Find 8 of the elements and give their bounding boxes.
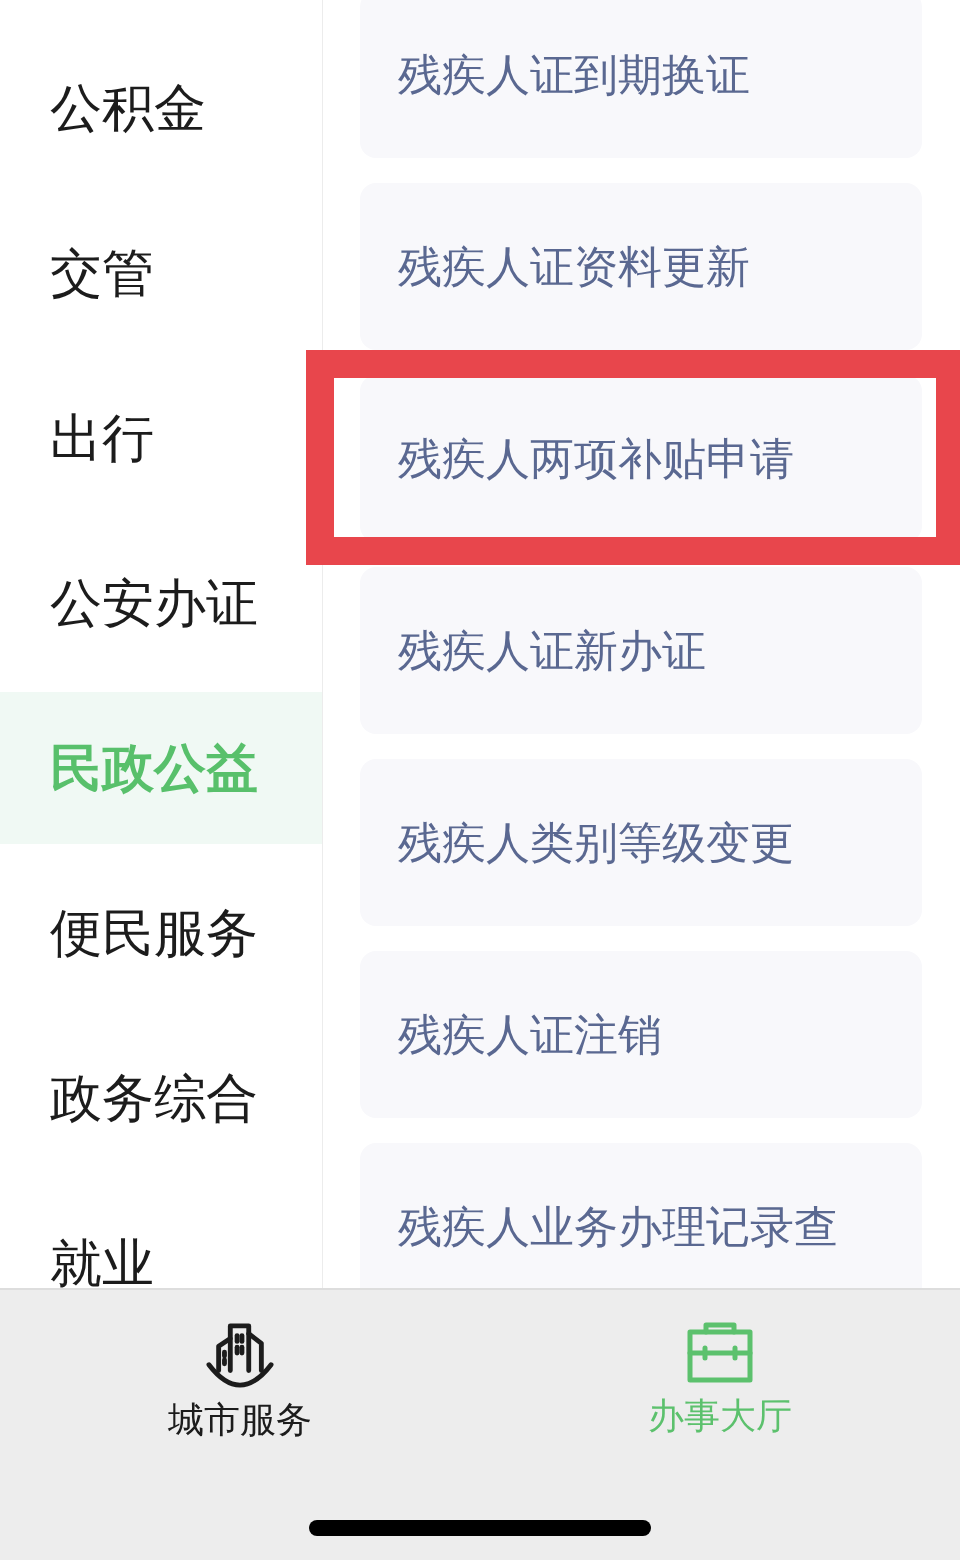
service-card[interactable]: 残疾人业务办理记录查 bbox=[360, 1143, 922, 1288]
service-card[interactable]: 残疾人证新办证 bbox=[360, 567, 922, 734]
service-card[interactable]: 残疾人证到期换证 bbox=[360, 0, 922, 158]
buildings-icon bbox=[205, 1322, 275, 1388]
service-card[interactable]: 残疾人证注销 bbox=[360, 951, 922, 1118]
tab-button[interactable]: 城市服务 bbox=[168, 1322, 312, 1440]
service-card[interactable]: 残疾人证资料更新 bbox=[360, 183, 922, 350]
service-card[interactable]: 残疾人类别等级变更 bbox=[360, 759, 922, 926]
